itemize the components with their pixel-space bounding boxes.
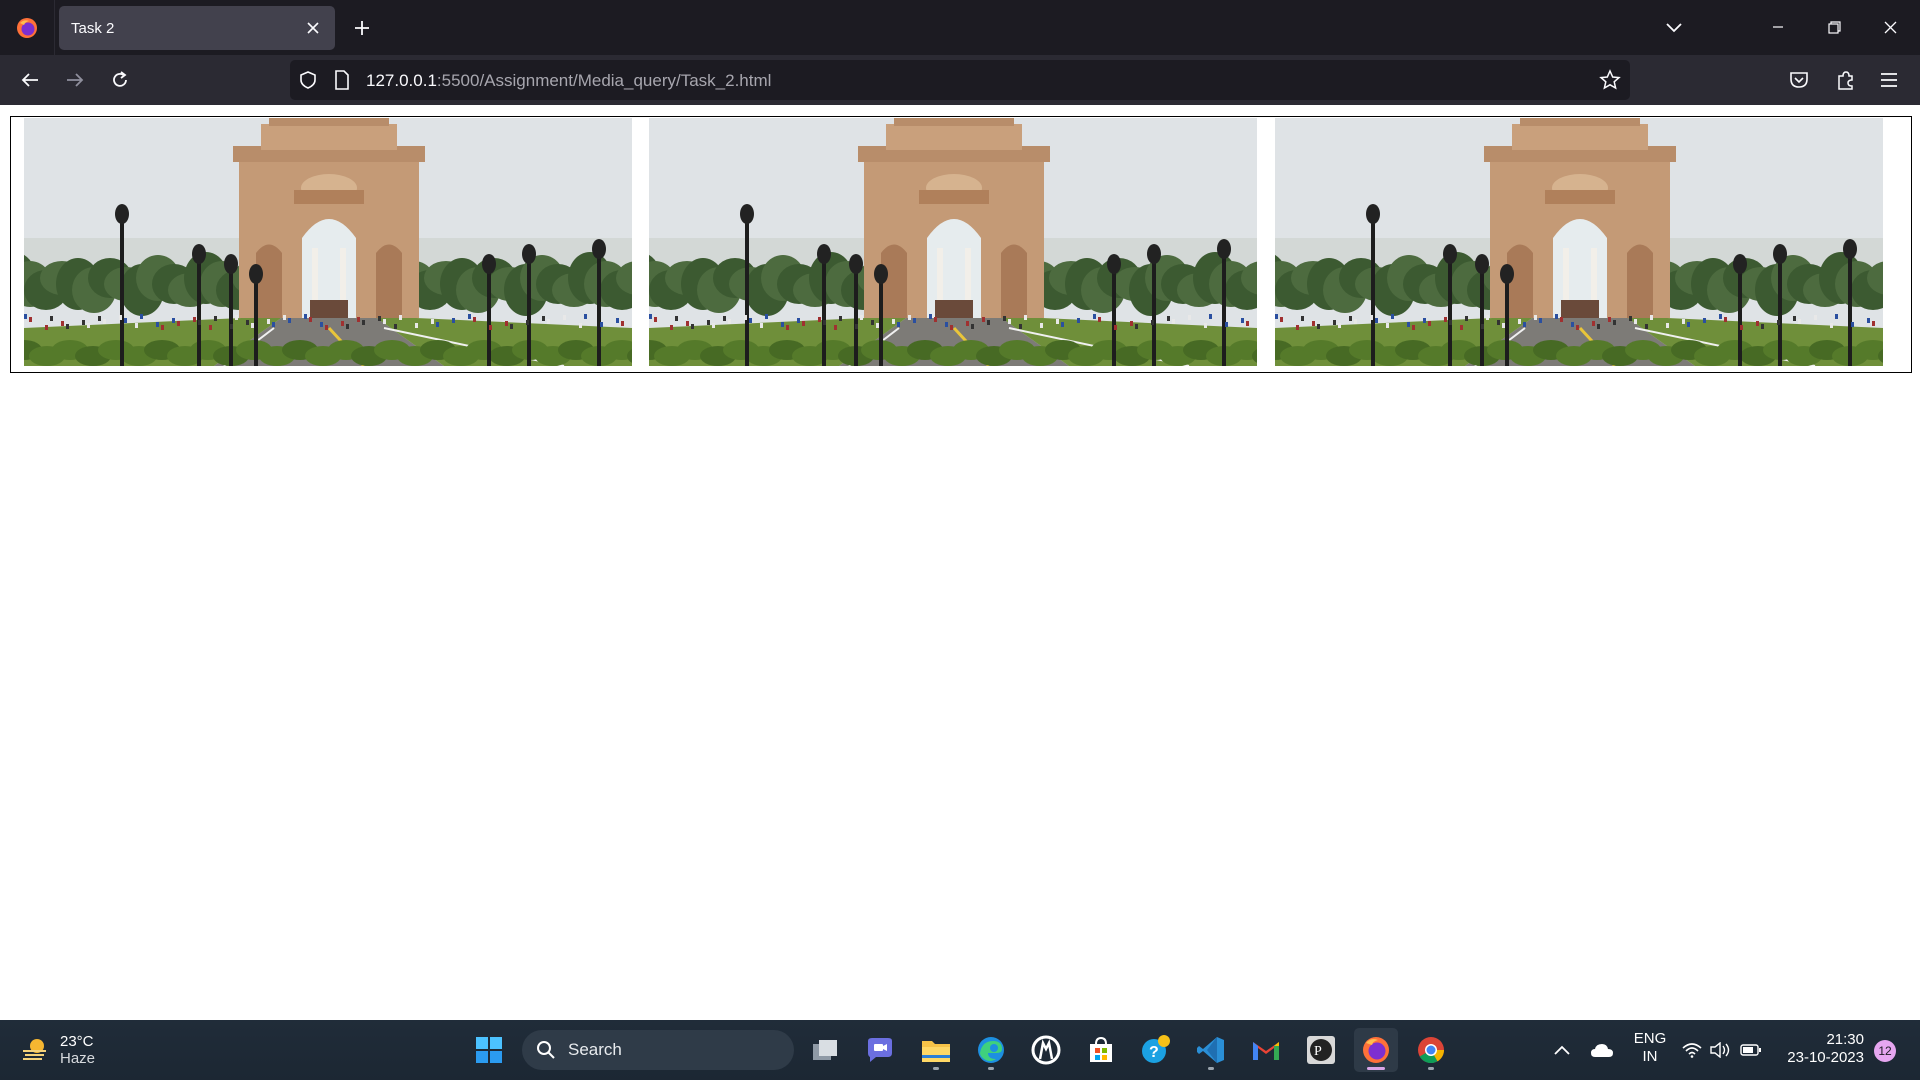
india-gate-scene-graphic xyxy=(24,118,632,366)
chrome-icon[interactable] xyxy=(1409,1028,1453,1072)
language-code: ENG xyxy=(1633,1030,1667,1047)
address-bar[interactable]: 127.0.0.1:5500/Assignment/Media_query/Ta… xyxy=(290,60,1630,100)
running-indicator xyxy=(933,1067,939,1070)
task-view-icon[interactable] xyxy=(803,1028,847,1072)
weather-condition: Haze xyxy=(60,1050,96,1067)
weather-widget[interactable]: 23°C Haze xyxy=(20,1028,120,1072)
running-indicator xyxy=(1428,1067,1434,1070)
tab-title: Task 2 xyxy=(71,19,115,37)
clock[interactable]: 21:30 23-10-2023 xyxy=(1784,1031,1864,1067)
image-gallery-container xyxy=(10,116,1912,373)
india-gate-image xyxy=(24,118,632,366)
region-code: IN xyxy=(1642,1048,1658,1065)
show-hidden-icons-chevron-icon[interactable] xyxy=(1540,1028,1584,1072)
india-gate-scene-graphic xyxy=(1275,118,1883,366)
weather-haze-icon xyxy=(23,1039,46,1060)
running-indicator xyxy=(988,1067,994,1070)
restore-window-icon[interactable] xyxy=(1818,12,1850,42)
firefox-logo-icon[interactable] xyxy=(0,0,55,55)
teams-chat-icon[interactable] xyxy=(858,1028,902,1072)
battery-icon xyxy=(1740,1044,1761,1056)
page-info-document-icon[interactable] xyxy=(334,70,350,95)
url-text: 127.0.0.1:5500/Assignment/Media_query/Ta… xyxy=(366,71,771,91)
close-tab-icon[interactable] xyxy=(303,18,323,38)
close-window-icon[interactable] xyxy=(1874,12,1906,42)
reload-icon[interactable] xyxy=(104,64,136,96)
weather-temperature: 23°C xyxy=(60,1033,94,1050)
forward-arrow-icon[interactable] xyxy=(59,64,91,96)
notification-count-badge[interactable]: 12 xyxy=(1874,1040,1896,1062)
page-viewport xyxy=(0,105,1920,1020)
visual-studio-code-icon[interactable] xyxy=(1189,1028,1233,1072)
python-ide-app-icon[interactable]: P xyxy=(1299,1028,1343,1072)
pocket-icon[interactable] xyxy=(1783,64,1815,96)
quick-settings-group[interactable] xyxy=(1675,1028,1769,1072)
file-explorer-folder-icon[interactable] xyxy=(914,1028,958,1072)
gmail-icon[interactable] xyxy=(1244,1028,1288,1072)
bookmark-star-icon[interactable] xyxy=(1599,69,1621,96)
get-help-icon[interactable]: ? xyxy=(1134,1028,1178,1072)
extensions-puzzle-icon[interactable] xyxy=(1829,64,1861,96)
tracking-protection-shield-icon[interactable] xyxy=(298,70,318,95)
taskbar-search-box[interactable]: Search xyxy=(522,1030,794,1070)
application-menu-hamburger-icon[interactable] xyxy=(1873,64,1905,96)
active-app-indicator xyxy=(1367,1067,1385,1070)
wifi-icon xyxy=(1682,1043,1702,1058)
india-gate-image xyxy=(1275,118,1883,366)
url-host: 127.0.0.1 xyxy=(366,71,437,90)
clock-time: 21:30 xyxy=(1826,1031,1864,1048)
active-tab[interactable]: Task 2 xyxy=(59,6,335,50)
browser-tab-bar: Task 2 xyxy=(0,0,1920,55)
clock-date: 23-10-2023 xyxy=(1787,1049,1864,1066)
svg-text:P: P xyxy=(1314,1044,1322,1059)
running-indicator xyxy=(1208,1067,1214,1070)
navigation-toolbar: 127.0.0.1:5500/Assignment/Media_query/Ta… xyxy=(0,55,1920,105)
url-path: :5500/Assignment/Media_query/Task_2.html xyxy=(436,71,772,90)
microsoft-store-icon[interactable] xyxy=(1079,1028,1123,1072)
onedrive-cloud-icon[interactable] xyxy=(1580,1028,1624,1072)
list-all-tabs-chevron-icon[interactable] xyxy=(1660,14,1688,42)
volume-icon xyxy=(1710,1042,1730,1058)
india-gate-image xyxy=(649,118,1257,366)
windows-start-icon[interactable] xyxy=(467,1028,511,1072)
back-arrow-icon[interactable] xyxy=(14,64,46,96)
firefox-taskbar-icon[interactable] xyxy=(1354,1028,1398,1072)
minimize-window-icon[interactable] xyxy=(1762,12,1794,42)
search-placeholder: Search xyxy=(568,1040,622,1059)
search-icon xyxy=(537,1041,555,1059)
edge-browser-icon[interactable] xyxy=(969,1028,1013,1072)
svg-text:?: ? xyxy=(1149,1044,1159,1061)
input-language-indicator[interactable]: ENG IN xyxy=(1630,1030,1670,1066)
github-desktop-icon[interactable] xyxy=(1024,1028,1068,1072)
new-tab-plus-icon[interactable] xyxy=(348,14,376,42)
windows-taskbar: 23°C Haze Search ? P ENG IN 21:30 23-10-… xyxy=(0,1020,1920,1080)
india-gate-scene-graphic xyxy=(649,118,1257,366)
